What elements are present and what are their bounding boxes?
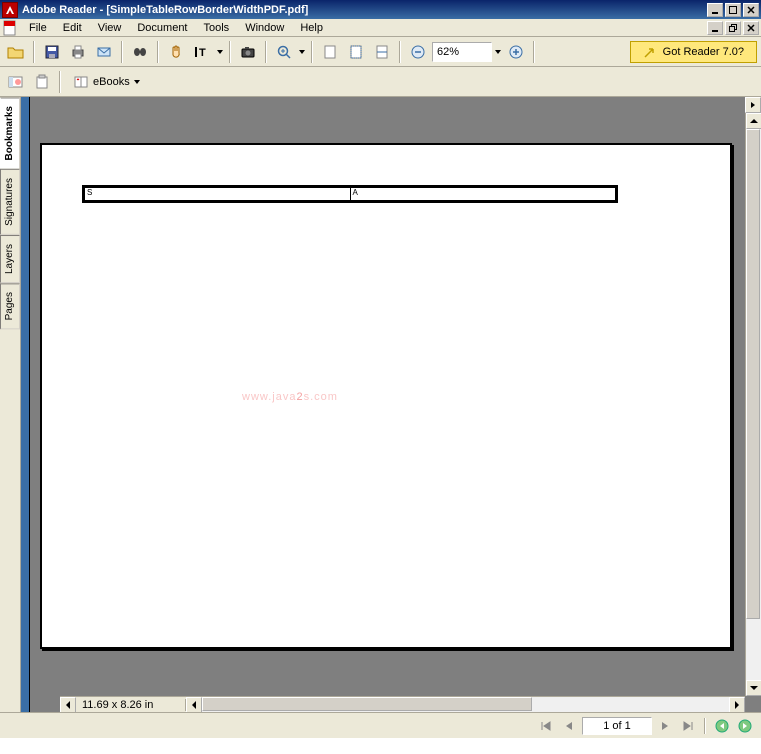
menubar: File Edit View Document Tools Window Hel… (22, 20, 707, 36)
snapshot-tool-button[interactable] (236, 40, 260, 64)
scroll-left-button[interactable] (60, 697, 76, 713)
separator (704, 718, 706, 734)
window-title: Adobe Reader - [SimpleTableRowBorderWidt… (22, 4, 707, 16)
zoom-out-button[interactable] (406, 40, 430, 64)
zoom-input[interactable] (432, 42, 492, 62)
scroll-down-button[interactable] (746, 680, 761, 696)
menu-document[interactable]: Document (130, 20, 194, 36)
forward-button[interactable] (735, 717, 755, 735)
ebooks-icon (73, 74, 89, 90)
email-button[interactable] (92, 40, 116, 64)
menu-view[interactable]: View (91, 20, 129, 36)
maximize-button[interactable] (725, 3, 741, 17)
tab-layers[interactable]: Layers (0, 235, 20, 283)
statusbar (0, 712, 761, 738)
scroll-up-button[interactable] (746, 113, 761, 129)
tab-signatures[interactable]: Signatures (0, 169, 20, 235)
scroll-thumb[interactable] (746, 129, 760, 619)
page-number-input[interactable] (582, 717, 652, 735)
vertical-scrollbar (745, 113, 761, 696)
menu-help[interactable]: Help (293, 20, 330, 36)
separator (399, 41, 401, 63)
workspace: Bookmarks Signatures Layers Pages S A ww… (0, 97, 761, 712)
organizer-button[interactable] (4, 70, 28, 94)
table-cell: S (85, 188, 351, 200)
search-button[interactable] (128, 40, 152, 64)
select-dropdown[interactable] (216, 50, 224, 54)
fit-page-button[interactable] (344, 40, 368, 64)
reader-badge-label: Got Reader 7.0? (663, 46, 744, 58)
scroll-track-left-button[interactable] (186, 697, 202, 713)
ebooks-button[interactable]: eBooks (66, 71, 147, 93)
mdi-close-button[interactable] (743, 21, 759, 35)
separator (533, 41, 535, 63)
menubar-row: File Edit View Document Tools Window Hel… (0, 19, 761, 37)
chevron-down-icon (134, 80, 140, 84)
menu-window[interactable]: Window (238, 20, 291, 36)
window-titlebar: Adobe Reader - [SimpleTableRowBorderWidt… (0, 0, 761, 19)
document-area[interactable]: S A www.java2s.com 11.69 x 8.26 in (30, 97, 761, 712)
scroll-track[interactable] (202, 697, 729, 713)
last-page-button[interactable] (678, 717, 698, 735)
prev-page-button[interactable] (559, 717, 579, 735)
minimize-button[interactable] (707, 3, 723, 17)
svg-text:T: T (199, 47, 206, 59)
select-tool-button[interactable]: T (190, 40, 214, 64)
secondary-toolbar: eBooks (0, 67, 761, 97)
separator (59, 71, 61, 93)
pdf-page: S A www.java2s.com (40, 143, 732, 649)
app-icon (2, 2, 18, 18)
hand-tool-button[interactable] (164, 40, 188, 64)
watermark: www.java2s.com (242, 370, 338, 409)
close-button[interactable] (743, 3, 759, 17)
print-button[interactable] (66, 40, 90, 64)
document-icon (2, 20, 18, 36)
arrow-icon (643, 45, 657, 59)
page-dimensions-label: 11.69 x 8.26 in (76, 699, 186, 711)
collapse-toolbar-button[interactable] (745, 97, 761, 113)
menu-tools[interactable]: Tools (197, 20, 237, 36)
mdi-minimize-button[interactable] (707, 21, 723, 35)
document-table: S A (82, 185, 618, 203)
tab-pages[interactable]: Pages (0, 283, 20, 329)
zoom-in-button[interactable] (272, 40, 296, 64)
first-page-button[interactable] (536, 717, 556, 735)
separator (265, 41, 267, 63)
open-button[interactable] (4, 40, 28, 64)
separator (157, 41, 159, 63)
actual-size-button[interactable] (318, 40, 342, 64)
separator (229, 41, 231, 63)
zoom-plus-button[interactable] (504, 40, 528, 64)
save-button[interactable] (40, 40, 64, 64)
zoom-dropdown[interactable] (298, 50, 306, 54)
table-cell: A (351, 188, 616, 200)
horizontal-scrollbar: 11.69 x 8.26 in (60, 696, 745, 712)
zoom-level-dropdown[interactable] (494, 50, 502, 54)
back-button[interactable] (712, 717, 732, 735)
menu-file[interactable]: File (22, 20, 54, 36)
side-rail[interactable] (21, 97, 30, 712)
scroll-track[interactable] (746, 129, 761, 680)
scroll-right-button[interactable] (729, 697, 745, 713)
side-tabs: Bookmarks Signatures Layers Pages (0, 97, 21, 712)
menu-edit[interactable]: Edit (56, 20, 89, 36)
separator (121, 41, 123, 63)
next-page-button[interactable] (655, 717, 675, 735)
fit-width-button[interactable] (370, 40, 394, 64)
separator (33, 41, 35, 63)
separator (311, 41, 313, 63)
mdi-restore-button[interactable] (725, 21, 741, 35)
ebooks-label: eBooks (93, 76, 130, 88)
scroll-thumb[interactable] (202, 697, 532, 711)
reader-upgrade-badge[interactable]: Got Reader 7.0? (630, 41, 757, 63)
clipboard-button[interactable] (30, 70, 54, 94)
main-toolbar: T Got Reader 7.0? (0, 37, 761, 67)
tab-bookmarks[interactable]: Bookmarks (0, 97, 20, 169)
